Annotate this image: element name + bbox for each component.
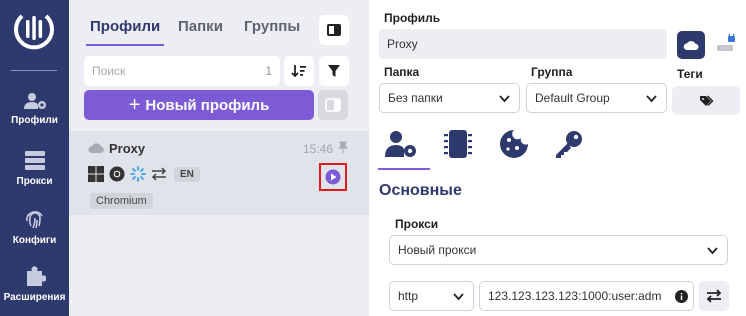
profile-name-value: Proxy <box>387 37 418 51</box>
tab-hardware[interactable] <box>438 124 478 164</box>
tab-folders[interactable]: Папки <box>178 18 223 35</box>
chip-icon <box>444 130 472 158</box>
nav-label: Профили <box>11 115 58 126</box>
proxy-protocol-value: http <box>398 289 419 303</box>
chrome-icon <box>109 166 125 182</box>
chevron-down-icon <box>499 95 510 103</box>
nav-label: Прокси <box>16 176 53 187</box>
cloud-icon <box>88 143 104 153</box>
tab-cookies[interactable] <box>494 124 534 164</box>
proxy-string-input[interactable]: 123.123.123.123:1000:user:admin <box>479 281 694 311</box>
filter-button[interactable] <box>319 56 349 86</box>
rail-divider <box>11 70 57 71</box>
folder-select[interactable]: Без папки <box>379 83 520 113</box>
profile-label: Профиль <box>384 11 441 25</box>
proxy-string-value: 123.123.123.123:1000:user:admin <box>488 289 662 303</box>
group-select[interactable]: Default Group <box>526 83 667 113</box>
proxy-label: Прокси <box>395 217 439 231</box>
proxy-protocol-select[interactable]: http <box>389 281 474 311</box>
group-label: Группа <box>531 65 573 79</box>
search-input[interactable]: Поиск 1 <box>84 56 280 86</box>
nav-item-profiles[interactable]: Профили <box>0 92 69 142</box>
tags-label: Теги <box>677 67 703 81</box>
cloud-icon <box>683 40 699 50</box>
info-icon[interactable] <box>675 290 688 303</box>
nav-item-extensions[interactable]: Расширения <box>0 265 69 315</box>
filter-icon <box>328 65 340 77</box>
tags-icon <box>699 95 713 106</box>
sort-icon <box>291 65 306 78</box>
tab-groups[interactable]: Группы <box>244 18 300 35</box>
nav-label: Расширения <box>3 292 66 303</box>
users-gear-icon <box>23 93 46 109</box>
profile-icons-row: EN <box>88 165 200 183</box>
swap-arrows-icon <box>151 167 167 181</box>
search-placeholder: Поиск <box>92 64 126 78</box>
toggle-panel-button[interactable] <box>319 15 349 45</box>
chevron-down-icon <box>646 95 657 103</box>
plus-icon: + <box>128 94 141 116</box>
nav-item-configs[interactable]: Конфиги <box>0 208 69 258</box>
browser-tag: Chromium <box>90 193 153 209</box>
loading-spinner-icon <box>130 166 146 182</box>
play-icon <box>325 169 341 185</box>
profiles-column: Профили Папки Группы Поиск 1 + Новый про… <box>69 0 369 316</box>
pin-icon[interactable] <box>338 141 348 154</box>
folder-label: Папка <box>384 65 420 79</box>
tags-button[interactable] <box>672 86 740 115</box>
tab-main[interactable] <box>381 124 421 164</box>
section-title: Основные <box>379 182 462 199</box>
tab-profiles[interactable]: Профили <box>85 18 165 46</box>
locked-drive-icon <box>717 34 735 51</box>
user-gear-icon <box>385 131 416 157</box>
tab-passwords[interactable] <box>549 124 589 164</box>
cookie-icon <box>500 130 528 158</box>
puzzle-icon <box>26 266 46 286</box>
new-profile-label: Новый профиль <box>145 96 270 114</box>
nav-rail: Профили Прокси Конфиги Расширения <box>0 0 69 316</box>
windows-icon <box>88 166 104 182</box>
key-icon <box>556 131 582 158</box>
chevron-down-icon <box>707 247 718 255</box>
chevron-down-icon <box>453 293 464 301</box>
app-logo <box>14 14 54 50</box>
swap-proxy-button[interactable] <box>699 281 729 311</box>
cloud-storage-button[interactable] <box>677 31 705 59</box>
group-value: Default Group <box>535 91 610 105</box>
sort-button[interactable] <box>284 56 314 86</box>
language-badge: EN <box>174 166 200 182</box>
proxy-select[interactable]: Новый прокси <box>389 235 728 265</box>
folder-value: Без папки <box>388 91 443 105</box>
panel-toggle-icon <box>327 24 341 36</box>
swap-arrows-icon <box>706 289 722 303</box>
nav-label: Конфиги <box>12 235 57 246</box>
fingerprint-icon <box>25 211 43 229</box>
new-profile-extra-button[interactable] <box>318 90 348 120</box>
launch-profile-button[interactable] <box>319 163 347 191</box>
server-icon <box>24 151 45 170</box>
active-tab-indicator <box>378 168 430 170</box>
profile-name: Proxy <box>109 141 146 156</box>
nav-item-proxies[interactable]: Прокси <box>0 151 69 201</box>
profile-time: 15:46 <box>303 142 334 156</box>
profile-name-input[interactable]: Proxy <box>379 29 667 59</box>
window-icon <box>325 98 341 112</box>
local-storage-button[interactable] <box>712 31 740 59</box>
new-profile-button[interactable]: + Новый профиль <box>84 90 314 120</box>
proxy-value: Новый прокси <box>398 243 477 257</box>
profiles-count: 1 <box>265 64 272 78</box>
